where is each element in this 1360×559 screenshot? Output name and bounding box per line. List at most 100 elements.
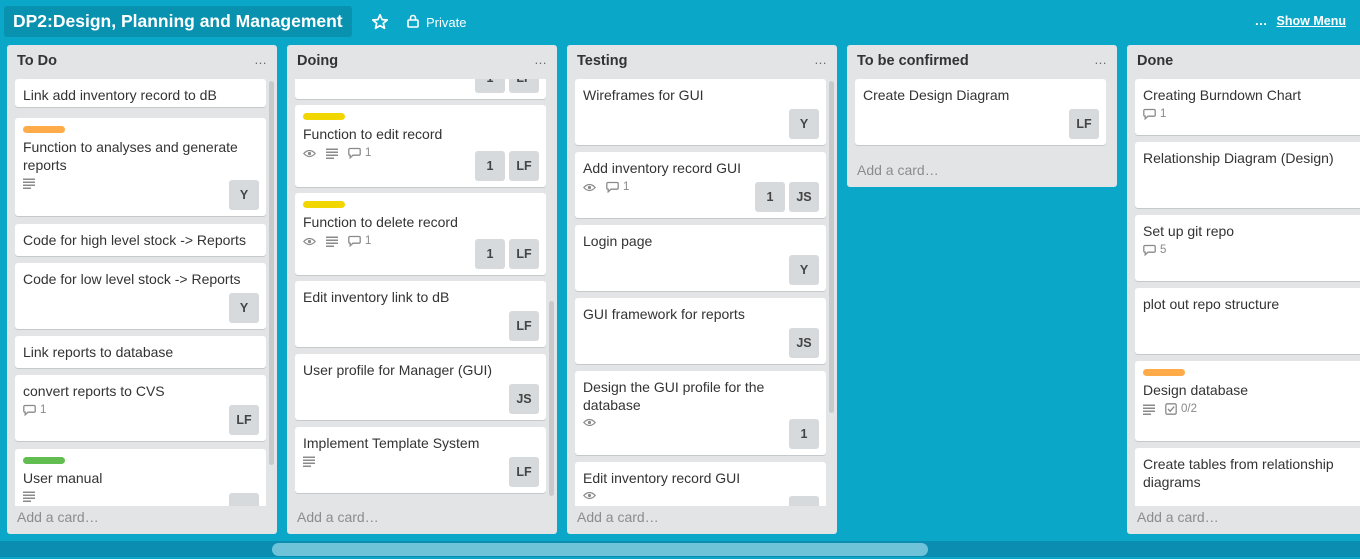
card-members: Y	[229, 180, 259, 210]
list-scrollbar[interactable]	[549, 81, 554, 505]
list-to-be-confirmed: To be confirmed … Create Design Diagram LF A…	[847, 45, 1117, 187]
card[interactable]: Relationship Diagram (Design)U	[1135, 142, 1360, 208]
card[interactable]: Design database0/2U	[1135, 361, 1360, 441]
card-title: User manual	[23, 470, 103, 486]
visibility-button[interactable]: Private	[406, 12, 466, 32]
card[interactable]: Code for low level stock -> Reports Y	[15, 263, 266, 329]
board-header: DP2:Design, Planning and Management Priv…	[0, 0, 1360, 44]
member-avatar[interactable]: LF	[1069, 109, 1099, 139]
card[interactable]: plot out repo structureL	[1135, 288, 1360, 354]
card-title: Implement Template System	[303, 435, 480, 451]
card-title: Code for low level stock -> Reports	[23, 271, 241, 287]
card-badges	[23, 491, 35, 502]
comment-count: 5	[1160, 244, 1167, 256]
card[interactable]: Design the GUI profile for the database 1	[575, 371, 826, 455]
board-title[interactable]: DP2:Design, Planning and Management	[4, 6, 352, 37]
horizontal-scroll-thumb[interactable]	[272, 543, 928, 556]
member-avatar[interactable]: LF	[509, 239, 539, 269]
member-avatar[interactable]: Y	[789, 109, 819, 139]
card-members: 1 JS	[755, 182, 819, 212]
card[interactable]: Set up git repo5L	[1135, 215, 1360, 281]
card-members: 1LF	[475, 239, 539, 269]
card[interactable]: Login page Y	[575, 225, 826, 291]
card-title: Function to edit record	[303, 126, 443, 142]
card[interactable]: Link reports to database	[15, 336, 266, 368]
card[interactable]: 1 LF	[295, 79, 546, 99]
member-avatar[interactable]: JS	[789, 182, 819, 212]
member-avatar[interactable]: LF	[509, 151, 539, 181]
vote-count-badge[interactable]: 1	[475, 151, 505, 181]
card-members: LF	[509, 457, 539, 487]
member-avatar[interactable]: LF	[509, 311, 539, 341]
card-badges	[303, 456, 315, 467]
card[interactable]: Wireframes for GUI Y	[575, 79, 826, 145]
card[interactable]: convert reports to CVS 1 LF	[15, 375, 266, 441]
card-badges	[583, 418, 596, 427]
card-label-green	[23, 457, 65, 464]
card[interactable]: User profile for Manager (GUI) JS	[295, 354, 546, 420]
list-menu-icon[interactable]: …	[254, 52, 267, 67]
card-badges: 1	[583, 181, 629, 193]
card-members: 1	[789, 419, 819, 449]
card[interactable]: Edit inventory record GUI	[575, 462, 826, 506]
list-scroll-thumb[interactable]	[269, 81, 274, 465]
card[interactable]: Create tables from relationship diagrams	[1135, 448, 1360, 506]
list-title[interactable]: Doing	[297, 53, 338, 69]
add-card-button[interactable]: Add a card…	[857, 162, 939, 178]
member-avatar[interactable]: JS	[509, 384, 539, 414]
list-scroll-thumb[interactable]	[829, 81, 834, 413]
member-avatar[interactable]: LF	[229, 405, 259, 435]
list-scroll-thumb[interactable]	[549, 301, 554, 496]
list-testing: Testing … Wireframes for GUI Y Add inventory…	[567, 45, 837, 534]
card[interactable]: Function to delete record 1 1 LF	[295, 193, 546, 275]
member-avatar[interactable]: Y	[229, 293, 259, 323]
card[interactable]: GUI framework for reports JS	[575, 298, 826, 364]
star-icon[interactable]	[370, 12, 390, 32]
member-avatar[interactable]: JS	[789, 328, 819, 358]
member-avatar[interactable]: LF	[509, 457, 539, 487]
card[interactable]: Implement Template System LF	[295, 427, 546, 493]
list-menu-icon[interactable]: …	[814, 52, 827, 67]
member-avatar[interactable]	[789, 496, 819, 506]
add-card-button[interactable]: Add a card…	[17, 509, 99, 525]
card-title: convert reports to CVS	[23, 383, 165, 399]
card-title: User profile for Manager (GUI)	[303, 362, 493, 378]
card[interactable]: User manual	[15, 449, 266, 506]
card-title: Edit inventory link to dB	[303, 289, 450, 305]
card[interactable]: Creating Burndown Chart 1	[1135, 79, 1360, 135]
card-title: Edit inventory record GUI	[583, 470, 741, 486]
vote-count-badge[interactable]: 1	[475, 239, 505, 269]
card-members: 1 LF	[475, 79, 539, 93]
member-avatar[interactable]: LF	[509, 79, 539, 93]
vote-count-badge[interactable]: 1	[475, 79, 505, 93]
add-card-button[interactable]: Add a card…	[577, 509, 659, 525]
list-title[interactable]: Done	[1137, 53, 1173, 69]
checklist-icon: 0/2	[1165, 403, 1197, 415]
show-menu-button[interactable]: … Show Menu	[1255, 13, 1346, 28]
card[interactable]: Function to analyses and generate report…	[15, 118, 266, 216]
list-scrollbar[interactable]	[269, 81, 274, 505]
list-title[interactable]: To be confirmed	[857, 53, 969, 69]
card[interactable]: Code for high level stock -> Reports	[15, 224, 266, 256]
list-menu-icon[interactable]: …	[534, 52, 547, 67]
list-menu-icon[interactable]: …	[1094, 52, 1107, 67]
vote-count-badge[interactable]: 1	[789, 419, 819, 449]
card-badges: 5	[1143, 244, 1166, 256]
vote-count-badge[interactable]: 1	[755, 182, 785, 212]
member-avatar[interactable]: Y	[789, 255, 819, 285]
card[interactable]: Link add inventory record to dB	[15, 79, 266, 107]
eye-icon	[583, 418, 596, 427]
card[interactable]: Edit inventory link to dB LF	[295, 281, 546, 347]
add-card-button[interactable]: Add a card…	[1137, 509, 1219, 525]
member-avatar[interactable]: Y	[229, 180, 259, 210]
card-list: Link add inventory record to dB Function …	[7, 79, 277, 506]
list-title[interactable]: To Do	[17, 53, 57, 69]
card[interactable]: Create Design Diagram LF	[855, 79, 1106, 145]
card[interactable]: Add inventory record GUI 1 1 JS	[575, 152, 826, 218]
card[interactable]: Function to edit record 1 1 LF	[295, 105, 546, 187]
list-title[interactable]: Testing	[577, 53, 627, 69]
list-scrollbar[interactable]	[829, 81, 834, 505]
member-avatar[interactable]	[229, 493, 259, 506]
card-members: Y	[229, 293, 259, 323]
add-card-button[interactable]: Add a card…	[297, 509, 379, 525]
